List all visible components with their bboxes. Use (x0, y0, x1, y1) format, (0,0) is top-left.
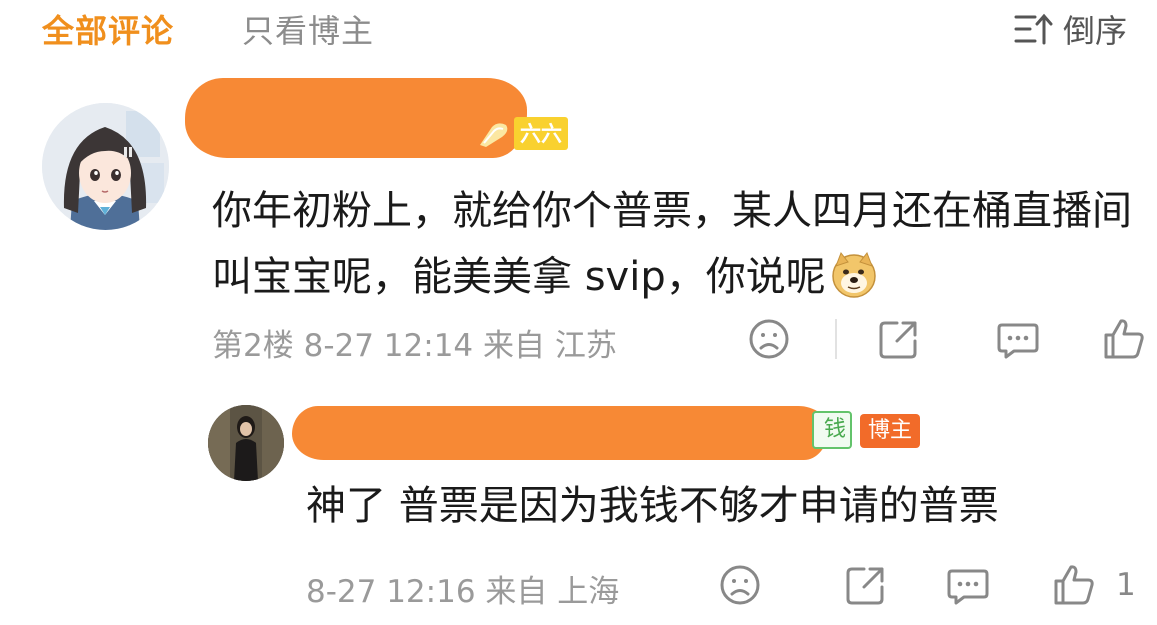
redacted-reply-username (292, 406, 828, 460)
floor-number: 第2楼 (212, 328, 294, 364)
level-badge: 六六 (476, 117, 568, 150)
sort-button[interactable]: 倒序 (1013, 6, 1127, 52)
comment-time: 8-27 12:14 (303, 328, 474, 364)
comment-body: 你年初粉上，就给你个普票，某人四月还在桶直播间叫宝宝呢，能美美拿 svip，你说… (212, 188, 1132, 300)
reply-icon[interactable] (944, 561, 992, 609)
blogger-badge: 博主 (860, 414, 921, 448)
like-count: 1 (1116, 567, 1136, 603)
reply-actions: 1 (716, 561, 1136, 609)
reply-avatar[interactable] (208, 405, 284, 481)
dislike-face-icon[interactable] (716, 561, 764, 609)
reply-icon[interactable] (994, 315, 1042, 363)
reply-time: 8-27 12:16 (306, 574, 476, 610)
avatar[interactable] (42, 103, 169, 230)
comment-text: 你年初粉上，就给你个普票，某人四月还在桶直播间叫宝宝呢，能美美拿 svip，你说… (212, 178, 1132, 310)
action-divider (835, 319, 837, 359)
like-icon[interactable] (1100, 315, 1148, 363)
reply-meta: 8-27 12:16 来自 上海 (306, 566, 619, 611)
anime-girl-avatar-icon (42, 103, 169, 230)
reply-location: 来自 上海 (485, 574, 620, 610)
level-badge-label: 六六 (514, 117, 568, 150)
partial-badge: 钱 (812, 411, 853, 449)
doge-emoji-icon (831, 251, 876, 298)
comment-location: 来自 江苏 (483, 328, 617, 364)
like-icon[interactable] (1050, 561, 1098, 609)
sort-icon (1014, 13, 1053, 45)
tab-all-comments[interactable]: 全部评论 (42, 6, 174, 52)
comment-actions (745, 315, 1148, 363)
photo-avatar-icon (208, 405, 284, 481)
sort-label: 倒序 (1062, 12, 1127, 50)
tab-blogger-only[interactable]: 只看博主 (242, 6, 374, 52)
dislike-face-icon[interactable] (745, 315, 793, 363)
reply-text: 神了 普票是因为我钱不够才申请的普票 (306, 483, 999, 529)
share-icon[interactable] (842, 561, 890, 609)
share-icon[interactable] (875, 315, 923, 363)
comment-meta: 第2楼 8-27 12:14 来自 江苏 (212, 320, 617, 365)
ribbon-icon (480, 122, 508, 147)
